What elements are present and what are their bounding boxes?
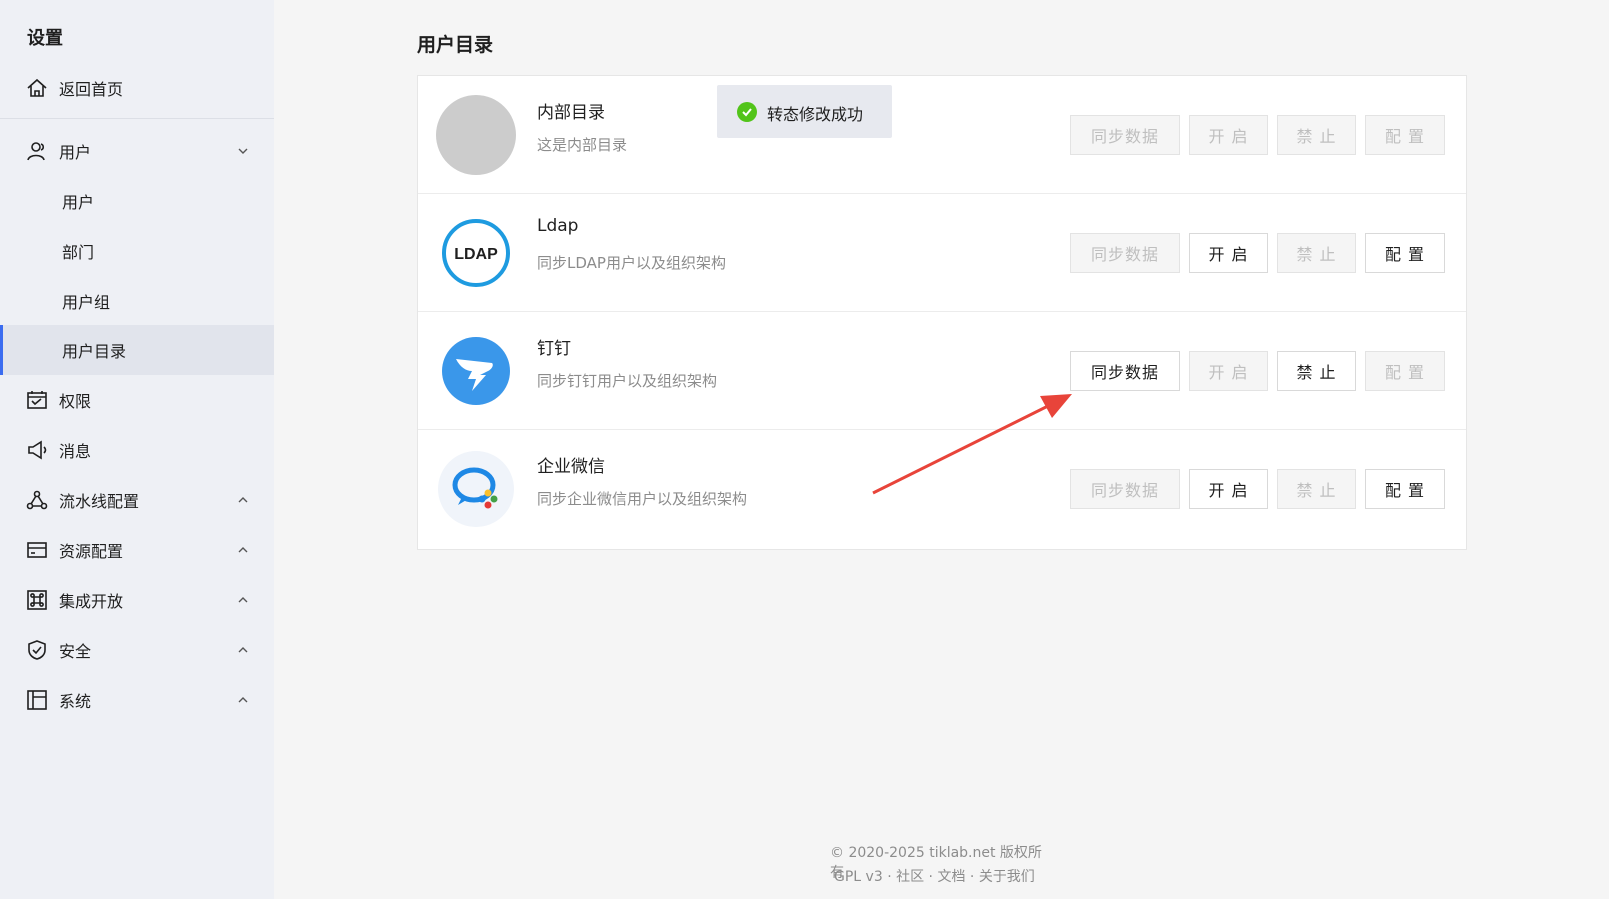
directory-name: Ldap bbox=[537, 216, 579, 236]
layout-icon bbox=[26, 689, 48, 711]
sync-data-button[interactable]: 同步数据 bbox=[1070, 115, 1180, 155]
sidebar-item-messages[interactable]: 消息 bbox=[0, 425, 274, 475]
enable-button[interactable]: 开 启 bbox=[1189, 351, 1268, 391]
sync-data-button[interactable]: 同步数据 bbox=[1070, 233, 1180, 273]
chevron-up-icon bbox=[236, 543, 250, 557]
sidebar-item-label: 用户 bbox=[59, 143, 92, 162]
sidebar-subitem-label: 用户 bbox=[62, 193, 95, 212]
toast-message: 转态修改成功 bbox=[767, 105, 864, 124]
enable-button[interactable]: 开 启 bbox=[1189, 233, 1268, 273]
calendar-icon bbox=[26, 389, 48, 411]
chevron-up-icon bbox=[236, 643, 250, 657]
page-title: 用户目录 bbox=[417, 34, 494, 56]
config-button[interactable]: 配 置 bbox=[1365, 469, 1445, 509]
sidebar-divider bbox=[0, 118, 274, 119]
sidebar-item-label: 流水线配置 bbox=[59, 492, 140, 511]
footer-links: GPL v3 · 社区 · 文档 · 关于我们 bbox=[834, 866, 1054, 886]
chevron-up-icon bbox=[236, 593, 250, 607]
config-button[interactable]: 配 置 bbox=[1365, 115, 1445, 155]
chevron-up-icon bbox=[236, 493, 250, 507]
directory-description: 这是内部目录 bbox=[537, 136, 628, 154]
scrollbar[interactable] bbox=[1597, 0, 1609, 899]
chevron-up-icon bbox=[236, 693, 250, 707]
directory-description: 同步LDAP用户以及组织架构 bbox=[537, 254, 726, 272]
internal-directory-avatar bbox=[436, 95, 516, 175]
directory-name: 钉钉 bbox=[537, 339, 571, 359]
sidebar-subitem-users[interactable]: 用户 bbox=[0, 176, 274, 226]
credit-card-icon bbox=[26, 539, 48, 561]
check-circle-icon bbox=[737, 102, 757, 122]
shield-icon bbox=[26, 639, 48, 661]
sidebar-item-home[interactable]: 返回首页 bbox=[0, 63, 274, 113]
footer-license-link[interactable]: GPL v3 bbox=[834, 869, 883, 885]
sidebar-subitem-user-groups[interactable]: 用户组 bbox=[0, 276, 274, 326]
disable-button[interactable]: 禁 止 bbox=[1277, 469, 1356, 509]
sidebar-subitem-departments[interactable]: 部门 bbox=[0, 226, 274, 276]
success-toast: 转态修改成功 bbox=[717, 85, 892, 138]
directory-name: 企业微信 bbox=[537, 457, 605, 477]
footer-separator: · bbox=[928, 869, 933, 885]
sidebar-item-label: 系统 bbox=[59, 692, 92, 711]
sidebar-item-label: 集成开放 bbox=[59, 592, 124, 611]
directory-description: 同步钉钉用户以及组织架构 bbox=[537, 372, 718, 390]
sidebar-item-label: 消息 bbox=[59, 442, 92, 461]
sidebar-item-users-group[interactable]: 用户 bbox=[0, 126, 274, 176]
sync-data-button[interactable]: 同步数据 bbox=[1070, 351, 1180, 391]
sidebar-item-label: 资源配置 bbox=[59, 542, 124, 561]
home-icon bbox=[26, 77, 48, 99]
sidebar-title: 设置 bbox=[27, 28, 63, 49]
sync-data-button[interactable]: 同步数据 bbox=[1070, 469, 1180, 509]
sidebar-item-system[interactable]: 系统 bbox=[0, 675, 274, 725]
config-button[interactable]: 配 置 bbox=[1365, 351, 1445, 391]
sidebar-subitem-label: 部门 bbox=[62, 243, 95, 262]
sidebar-item-label: 权限 bbox=[59, 392, 92, 411]
wecom-logo-icon bbox=[436, 449, 516, 529]
sidebar-item-label: 返回首页 bbox=[59, 80, 124, 99]
sidebar-subitem-label: 用户组 bbox=[62, 293, 111, 312]
footer-separator: · bbox=[969, 869, 975, 885]
directory-row-wecom: 企业微信 同步企业微信用户以及组织架构 同步数据 开 启 禁 止 配 置 bbox=[418, 430, 1466, 548]
dingtalk-logo-icon bbox=[436, 331, 516, 411]
sidebar-item-resource-config[interactable]: 资源配置 bbox=[0, 525, 274, 575]
config-button[interactable]: 配 置 bbox=[1365, 233, 1445, 273]
sidebar-item-security[interactable]: 安全 bbox=[0, 625, 274, 675]
footer-separator: · bbox=[887, 869, 892, 885]
directory-row-internal: 内部目录 这是内部目录 同步数据 开 启 禁 止 配 置 bbox=[418, 76, 1466, 194]
sidebar-subitem-label: 用户目录 bbox=[62, 342, 127, 361]
footer-community-link[interactable]: 社区 bbox=[896, 869, 924, 885]
enable-button[interactable]: 开 启 bbox=[1189, 115, 1268, 155]
chevron-down-icon bbox=[236, 144, 250, 158]
network-icon bbox=[26, 489, 48, 511]
megaphone-icon bbox=[26, 439, 48, 461]
sidebar: 设置 返回首页 用户 用户 部门 用户组 用户目录 权限 消息 流水线配置 资源… bbox=[0, 0, 274, 899]
directory-list: 内部目录 这是内部目录 同步数据 开 启 禁 止 配 置 LDAP Ldap 同… bbox=[417, 75, 1467, 550]
sidebar-item-permissions[interactable]: 权限 bbox=[0, 375, 274, 425]
sidebar-item-integration[interactable]: 集成开放 bbox=[0, 575, 274, 625]
user-icon bbox=[26, 140, 48, 162]
disable-button[interactable]: 禁 止 bbox=[1277, 351, 1356, 391]
ldap-logo-icon: LDAP bbox=[436, 213, 516, 293]
directory-description: 同步企业微信用户以及组织架构 bbox=[537, 490, 748, 508]
disable-button[interactable]: 禁 止 bbox=[1277, 233, 1356, 273]
ldap-logo-text: LDAP bbox=[454, 246, 498, 263]
enable-button[interactable]: 开 启 bbox=[1189, 469, 1268, 509]
disable-button[interactable]: 禁 止 bbox=[1277, 115, 1356, 155]
footer-about-link[interactable]: 关于我们 bbox=[979, 869, 1035, 885]
sidebar-subitem-user-directory[interactable]: 用户目录 bbox=[0, 325, 274, 375]
directory-name: 内部目录 bbox=[537, 103, 605, 123]
footer-docs-link[interactable]: 文档 bbox=[937, 869, 965, 885]
command-key-icon bbox=[26, 589, 48, 611]
sidebar-item-label: 安全 bbox=[59, 642, 92, 661]
sidebar-item-pipeline-config[interactable]: 流水线配置 bbox=[0, 475, 274, 525]
directory-row-ldap: LDAP Ldap 同步LDAP用户以及组织架构 同步数据 开 启 禁 止 配 … bbox=[418, 194, 1466, 312]
directory-row-dingtalk: 钉钉 同步钉钉用户以及组织架构 同步数据 开 启 禁 止 配 置 bbox=[418, 312, 1466, 430]
